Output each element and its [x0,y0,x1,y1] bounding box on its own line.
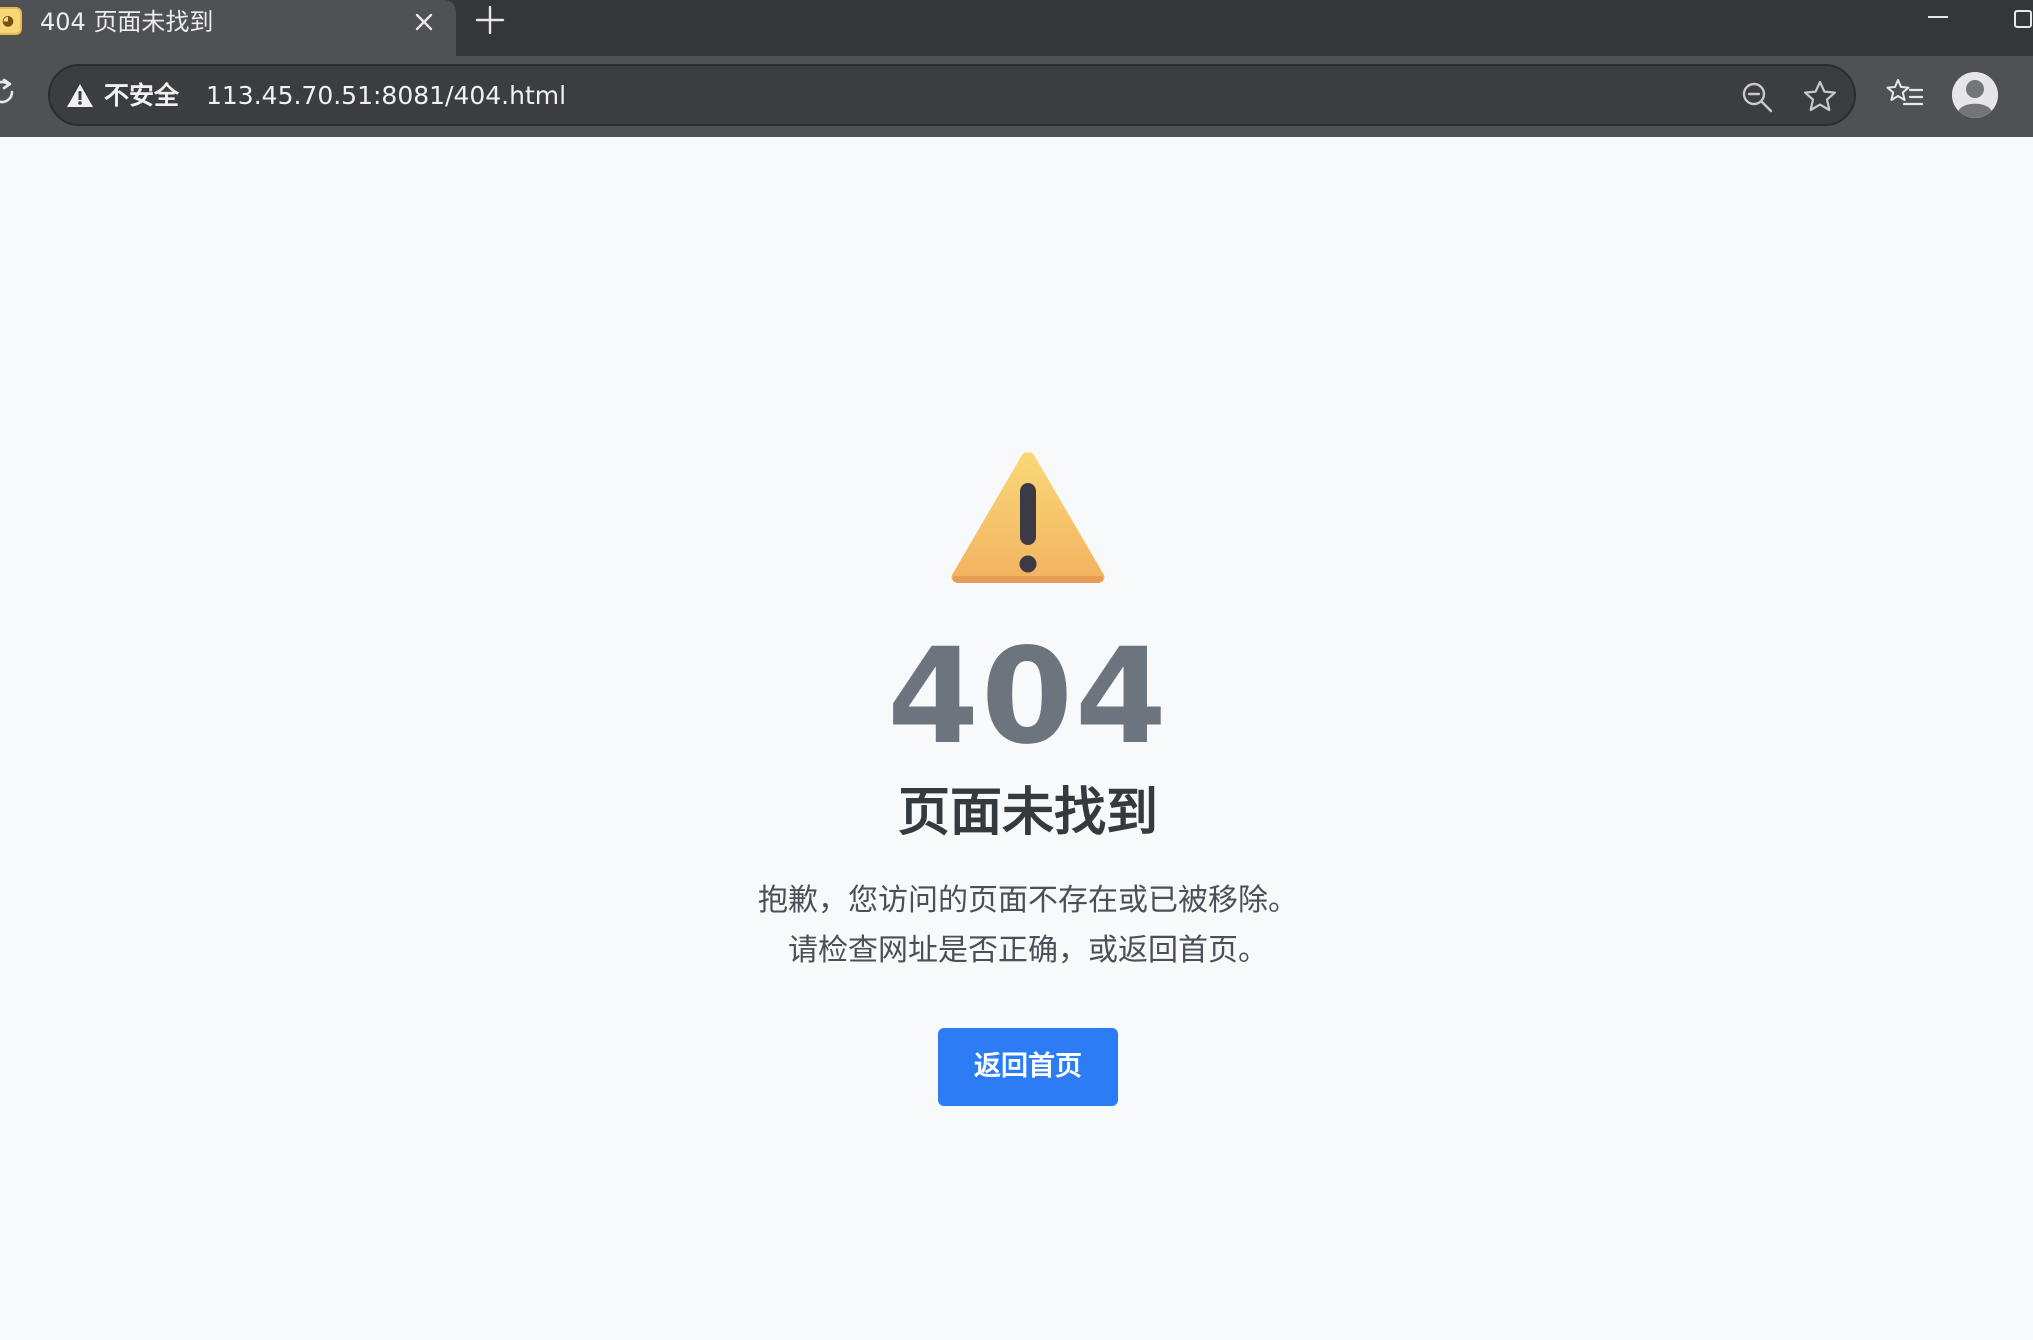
warning-emoji [951,452,1105,583]
browser-tab[interactable]: ◕ 404 页面未找到 [0,0,456,56]
avatar-icon[interactable] [1952,72,1998,118]
minimize-icon[interactable] [1924,2,1954,32]
zoom-out-icon[interactable] [1740,80,1774,114]
error-message-line1: 抱歉，您访问的页面不存在或已被移除。 [758,883,1298,918]
page-content: 404 页面未找到 抱歉，您访问的页面不存在或已被移除。 请检查网址是否正确，或… [0,137,2033,1340]
favorites-icon[interactable] [1886,76,1924,114]
close-icon[interactable] [408,6,440,38]
page-title: 页面未找到 [897,783,1158,843]
address-bar[interactable]: 不安全 113.45.70.51:8081/404.html [48,64,1856,126]
home-button[interactable]: 返回首页 [938,1028,1118,1106]
maximize-icon[interactable] [2010,4,2033,34]
error-code: 404 [887,620,1169,774]
star-icon[interactable] [1802,79,1838,115]
url-text[interactable]: 113.45.70.51:8081/404.html [206,80,566,112]
security-label[interactable]: 不安全 [104,80,179,112]
plus-icon[interactable] [472,2,508,38]
error-message-line2: 请检查网址是否正确，或返回首页。 [788,933,1268,968]
tab-title: 404 页面未找到 [40,8,214,36]
warning-triangle-icon[interactable] [66,82,94,110]
cat-face-icon: ◕ [0,7,22,35]
browser-toolbar: 不安全 113.45.70.51:8081/404.html [0,56,2033,137]
reload-icon[interactable] [0,74,20,110]
tab-strip: ◕ 404 页面未找到 [0,0,2033,56]
